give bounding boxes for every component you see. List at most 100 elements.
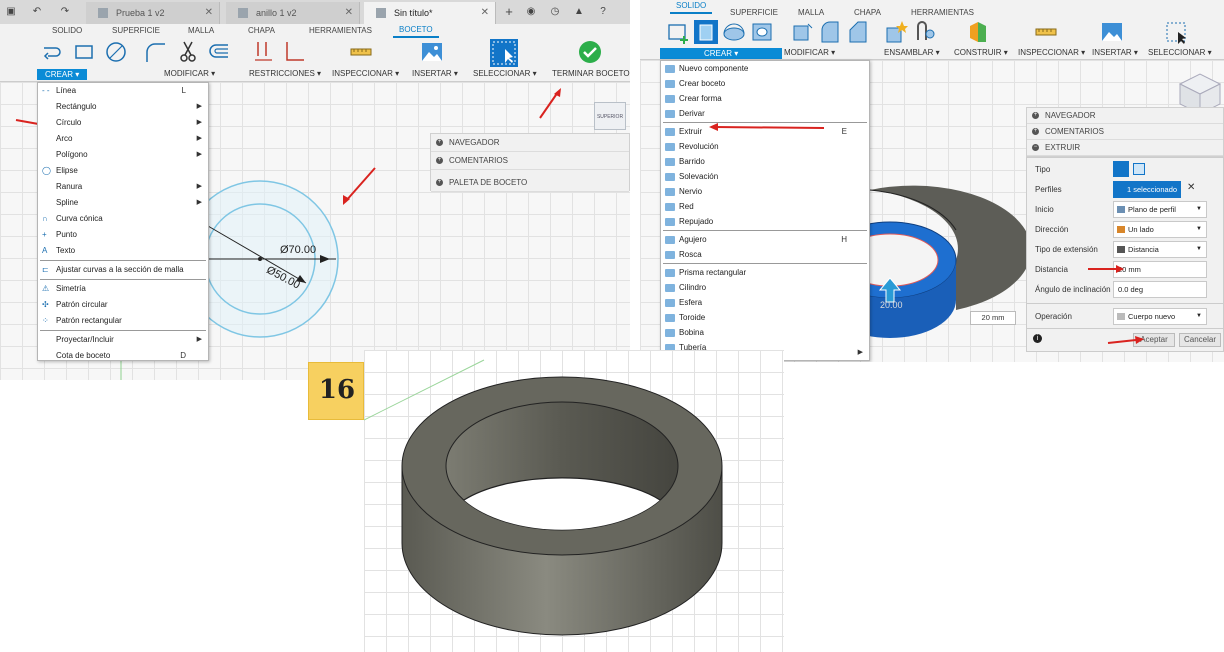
menu-item[interactable]: Revolución (661, 139, 869, 154)
menu-item[interactable]: Agujero H (661, 232, 869, 247)
menu-item[interactable]: ◯ Elipse (38, 163, 208, 179)
extensions-icon[interactable]: ◉ (524, 5, 538, 19)
crear-menu-button[interactable]: CREAR ▾ (660, 48, 783, 59)
crear-menu-button[interactable]: CREAR ▾ (37, 69, 88, 80)
profiles-selection[interactable]: 1 seleccionado (1113, 181, 1181, 198)
tab-solido[interactable]: SOLIDO (52, 26, 82, 35)
tab-boceto[interactable]: BOCETO (393, 24, 439, 38)
press-pull-icon[interactable] (790, 20, 814, 44)
menu-item[interactable]: Bobina (661, 325, 869, 340)
seleccionar-menu-button[interactable]: SELECCIONAR ▾ (473, 69, 537, 78)
tab-malla[interactable]: MALLA (188, 26, 214, 35)
undo-icon[interactable]: ↶ (30, 5, 44, 19)
insertar-menu-button[interactable]: INSERTAR ▾ (1092, 48, 1138, 57)
menu-item[interactable]: ✣ Patrón circular (38, 297, 208, 313)
comentarios-row[interactable]: + COMENTARIOS (1027, 124, 1223, 140)
chamfer-icon[interactable] (846, 20, 870, 44)
plus-icon[interactable]: + (436, 157, 443, 164)
tipo-extension-select[interactable]: Distancia ▼ (1113, 241, 1207, 258)
tab-superficie[interactable]: SUPERFICIE (112, 26, 160, 35)
navegador-row[interactable]: + NAVEGADOR (1027, 108, 1223, 124)
modificar-menu-button[interactable]: MODIFICAR ▾ (164, 69, 215, 78)
type-solid-icon[interactable] (1113, 161, 1129, 177)
menu-item[interactable]: Ranura ▶ (38, 179, 208, 195)
trim-tool-icon[interactable] (176, 40, 200, 64)
menu-item[interactable]: ⊏ Ajustar curvas a la sección de malla (38, 262, 208, 278)
seleccionar-menu-button[interactable]: SELECCIONAR ▾ (1148, 48, 1212, 57)
tab-herramientas[interactable]: HERRAMIENTAS (309, 26, 372, 35)
menu-item[interactable]: Nuevo componente (661, 61, 869, 76)
select-icon[interactable] (1164, 20, 1188, 44)
comentarios-row[interactable]: + COMENTARIOS (431, 152, 629, 170)
navegador-row[interactable]: + NAVEGADOR (431, 134, 629, 152)
menu-item[interactable]: Crear boceto (661, 76, 869, 91)
menu-item[interactable]: Solevación (661, 169, 869, 184)
modificar-menu-button[interactable]: MODIFICAR ▾ (784, 48, 835, 57)
plus-icon[interactable]: + (436, 139, 443, 146)
horizontal-constraint-icon[interactable] (282, 40, 306, 64)
rectangle-tool-icon[interactable] (72, 40, 96, 64)
menu-item[interactable]: Círculo ▶ (38, 115, 208, 131)
fillet-tool-icon[interactable] (143, 40, 167, 64)
distance-input[interactable]: 20 mm (1113, 261, 1207, 278)
paleta-boceto-row[interactable]: + PALETA DE BOCETO (431, 174, 629, 192)
construct-plane-icon[interactable] (966, 20, 990, 44)
menu-item[interactable]: Nervio (661, 184, 869, 199)
type-thin-icon[interactable] (1133, 163, 1145, 175)
outer-diameter-label[interactable]: Ø70.00 (280, 244, 316, 256)
menu-item[interactable]: Barrido (661, 154, 869, 169)
minus-icon[interactable]: − (1032, 144, 1039, 151)
new-component-icon[interactable] (884, 20, 908, 44)
menu-item[interactable]: Rosca (661, 247, 869, 262)
distance-input-onscreen[interactable]: 20 mm (970, 311, 1016, 325)
joint-icon[interactable] (912, 20, 936, 44)
cancel-button[interactable]: Cancelar (1179, 333, 1221, 347)
menu-item[interactable]: ∩ Curva cónica (38, 211, 208, 227)
menu-item[interactable]: Proyectar/Incluir ▶ (38, 332, 208, 348)
menu-item[interactable]: + Punto (38, 227, 208, 243)
document-tab-active[interactable]: Sin título* ✕ (364, 2, 496, 24)
document-tab[interactable]: anillo 1 v2 ✕ (226, 2, 360, 24)
constraint-icon[interactable] (252, 40, 276, 64)
plus-icon[interactable]: + (436, 179, 443, 186)
menu-item[interactable]: A Texto (38, 243, 208, 259)
view-cube[interactable]: SUPERIOR (594, 102, 626, 130)
menu-item[interactable]: ⚠ Simetría (38, 281, 208, 297)
menu-item[interactable]: Repujado (661, 214, 869, 229)
clear-selection-icon[interactable]: ✕ (1187, 182, 1195, 193)
menu-item[interactable]: Cota de boceto D (38, 348, 208, 364)
extruir-header[interactable]: − EXTRUIR (1027, 140, 1223, 156)
close-icon[interactable]: ✕ (481, 2, 489, 24)
menu-item[interactable]: ⁘ Patrón rectangular (38, 313, 208, 329)
measure-icon[interactable] (349, 40, 373, 64)
redo-icon[interactable]: ↷ (58, 5, 72, 19)
construir-menu-button[interactable]: CONSTRUIR ▾ (954, 48, 1008, 57)
insertar-menu-button[interactable]: INSERTAR ▾ (412, 69, 458, 78)
measure-icon[interactable] (1034, 20, 1058, 44)
menu-item[interactable]: Cilindro (661, 280, 869, 295)
menu-item[interactable]: Crear forma (661, 91, 869, 106)
menu-item[interactable]: Spline ▶ (38, 195, 208, 211)
tab-chapa[interactable]: CHAPA (248, 26, 275, 35)
insert-image-icon[interactable] (420, 40, 444, 64)
save-icon[interactable]: ▣ (4, 5, 18, 19)
create-sketch-icon[interactable] (666, 20, 690, 44)
restricciones-menu-button[interactable]: RESTRICCIONES ▾ (249, 69, 321, 78)
new-tab-icon[interactable]: + (502, 5, 516, 19)
help-icon[interactable]: ? (596, 5, 610, 19)
notifications-icon[interactable]: ▲ (572, 5, 586, 19)
menu-item[interactable]: Polígono ▶ (38, 147, 208, 163)
plus-icon[interactable]: + (1032, 112, 1039, 119)
menu-item[interactable]: Rectángulo ▶ (38, 99, 208, 115)
fillet-icon[interactable] (818, 20, 842, 44)
info-icon[interactable]: i (1033, 334, 1042, 343)
document-tab[interactable]: Prueba 1 v2 ✕ (86, 2, 220, 24)
menu-item[interactable]: - - Línea L (38, 83, 208, 99)
menu-item[interactable]: Red (661, 199, 869, 214)
tab-solido[interactable]: SOLIDO (670, 0, 713, 14)
circle-tool-icon[interactable] (104, 40, 128, 64)
terminar-boceto-button[interactable]: TERMINAR BOCETO ▾ (552, 69, 630, 78)
menu-item[interactable]: Esfera (661, 295, 869, 310)
select-icon[interactable] (490, 39, 518, 67)
shell-icon[interactable] (750, 20, 774, 44)
